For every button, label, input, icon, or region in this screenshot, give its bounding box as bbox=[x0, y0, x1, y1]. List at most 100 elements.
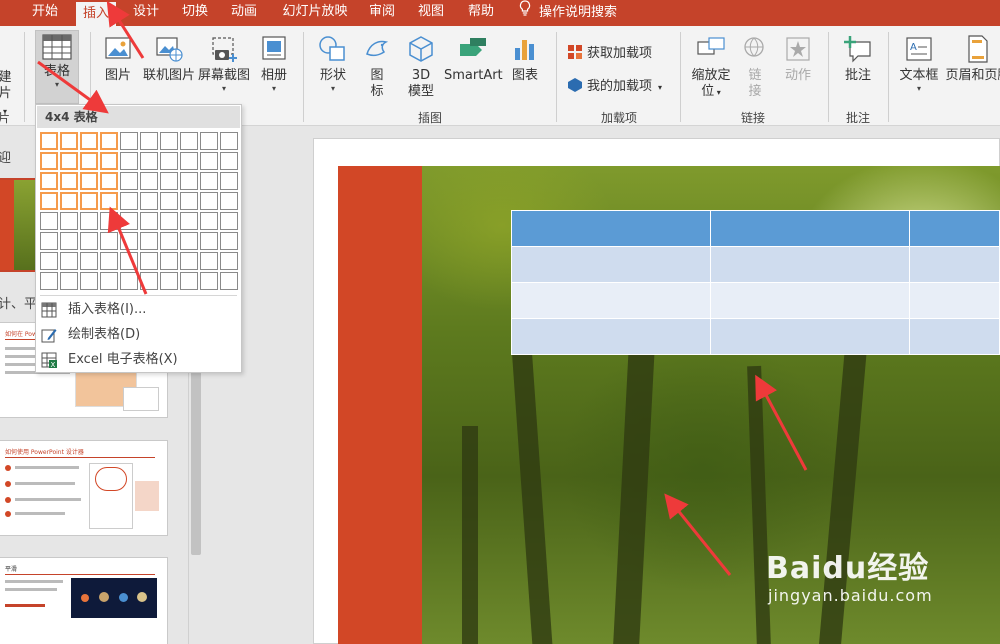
table-cell[interactable] bbox=[511, 282, 711, 319]
tab-home[interactable]: 开始 bbox=[20, 0, 70, 26]
table-grid-cell[interactable] bbox=[200, 192, 218, 210]
table-grid-cell[interactable] bbox=[60, 152, 78, 170]
table-grid-cell[interactable] bbox=[60, 172, 78, 190]
table-grid-cell[interactable] bbox=[180, 192, 198, 210]
table-grid-cell[interactable] bbox=[140, 152, 158, 170]
table-grid-cell[interactable] bbox=[80, 252, 98, 270]
table-grid-cell[interactable] bbox=[180, 132, 198, 150]
table-grid-cell[interactable] bbox=[220, 252, 238, 270]
table-cell[interactable] bbox=[511, 318, 711, 355]
table-grid-cell[interactable] bbox=[80, 132, 98, 150]
link-button[interactable]: 链 接 bbox=[738, 34, 772, 100]
table-grid-cell[interactable] bbox=[220, 192, 238, 210]
table-grid-cell[interactable] bbox=[220, 152, 238, 170]
table-grid-cell[interactable] bbox=[200, 132, 218, 150]
table-grid-cell[interactable] bbox=[200, 212, 218, 230]
table-grid-cell[interactable] bbox=[160, 132, 178, 150]
table-grid-cell[interactable] bbox=[180, 172, 198, 190]
table-grid-cell[interactable] bbox=[180, 232, 198, 250]
table-grid-cell[interactable] bbox=[100, 172, 118, 190]
table-header-cell[interactable] bbox=[511, 210, 711, 247]
table-grid-cell[interactable] bbox=[160, 232, 178, 250]
header-footer-button[interactable]: 页眉和页脚 bbox=[943, 34, 1000, 84]
table-cell[interactable] bbox=[909, 246, 1000, 283]
chart-button[interactable]: 图表 bbox=[508, 34, 542, 84]
tab-design[interactable]: 设计 bbox=[126, 0, 166, 26]
table-grid-cell[interactable] bbox=[140, 252, 158, 270]
table-grid-cell[interactable] bbox=[120, 192, 138, 210]
table-grid-cell[interactable] bbox=[120, 212, 138, 230]
table-grid-cell[interactable] bbox=[120, 232, 138, 250]
tab-help[interactable]: 帮助 bbox=[463, 0, 499, 26]
table-grid-cell[interactable] bbox=[100, 232, 118, 250]
table-grid-cell[interactable] bbox=[60, 252, 78, 270]
table-cell[interactable] bbox=[710, 282, 910, 319]
tab-insert[interactable]: 插入 bbox=[76, 0, 116, 26]
table-grid-cell[interactable] bbox=[180, 272, 198, 290]
table-grid-cell[interactable] bbox=[120, 172, 138, 190]
table-cell[interactable] bbox=[909, 318, 1000, 355]
table-grid-cell[interactable] bbox=[40, 132, 58, 150]
table-grid-cell[interactable] bbox=[100, 192, 118, 210]
table-grid-cell[interactable] bbox=[140, 132, 158, 150]
table-grid-cell[interactable] bbox=[100, 272, 118, 290]
tab-view[interactable]: 视图 bbox=[413, 0, 449, 26]
smartart-button[interactable]: SmartArt bbox=[444, 34, 503, 84]
table-grid-cell[interactable] bbox=[40, 152, 58, 170]
section-label-design[interactable]: 计、平 bbox=[0, 293, 37, 312]
table-grid-cell[interactable] bbox=[200, 172, 218, 190]
tab-review[interactable]: 审阅 bbox=[364, 0, 400, 26]
table-grid-cell[interactable] bbox=[160, 152, 178, 170]
table-grid-cell[interactable] bbox=[80, 152, 98, 170]
table-grid-cell[interactable] bbox=[120, 252, 138, 270]
slide-thumbnail-4[interactable]: 平滑 bbox=[0, 557, 168, 644]
table-grid-cell[interactable] bbox=[180, 252, 198, 270]
textbox-button[interactable]: A 文本框 ▾ bbox=[896, 34, 942, 94]
tell-me-search[interactable]: 操作说明搜索 bbox=[517, 0, 617, 26]
3d-model-button[interactable]: 3D 模型 bbox=[402, 34, 440, 100]
table-grid-cell[interactable] bbox=[100, 212, 118, 230]
table-cell[interactable] bbox=[511, 246, 711, 283]
table-grid-cell[interactable] bbox=[220, 232, 238, 250]
table-grid-cell[interactable] bbox=[140, 212, 158, 230]
table-grid-cell[interactable] bbox=[60, 192, 78, 210]
table-grid-cell[interactable] bbox=[120, 132, 138, 150]
table-grid-cell[interactable] bbox=[180, 212, 198, 230]
table-grid-cell[interactable] bbox=[120, 152, 138, 170]
icons-button[interactable]: 图 标 bbox=[360, 34, 394, 100]
online-picture-button[interactable]: 联机图片 bbox=[140, 34, 198, 84]
table-cell[interactable] bbox=[710, 318, 910, 355]
screenshot-button[interactable]: 屏幕截图 ▾ bbox=[197, 34, 251, 94]
table-grid-cell[interactable] bbox=[40, 272, 58, 290]
inserted-table[interactable] bbox=[511, 210, 1000, 355]
table-grid-cell[interactable] bbox=[80, 232, 98, 250]
table-grid-cell[interactable] bbox=[80, 212, 98, 230]
table-grid-cell[interactable] bbox=[100, 252, 118, 270]
table-grid-cell[interactable] bbox=[160, 172, 178, 190]
table-grid-cell[interactable] bbox=[220, 172, 238, 190]
album-button[interactable]: 相册 ▾ bbox=[255, 34, 293, 94]
table-grid-cell[interactable] bbox=[140, 192, 158, 210]
shapes-button[interactable]: 形状 ▾ bbox=[313, 34, 353, 94]
excel-spreadsheet-menu-item[interactable]: X Excel 电子表格(X) bbox=[40, 348, 239, 372]
table-grid-cell[interactable] bbox=[100, 132, 118, 150]
get-addins-button[interactable]: 获取加载项 bbox=[567, 44, 677, 62]
table-grid-cell[interactable] bbox=[60, 272, 78, 290]
table-grid-cell[interactable] bbox=[140, 232, 158, 250]
comment-button[interactable]: 批注 bbox=[838, 34, 878, 84]
table-grid-cell[interactable] bbox=[80, 272, 98, 290]
draw-table-menu-item[interactable]: 绘制表格(D) bbox=[40, 323, 239, 347]
table-grid-cell[interactable] bbox=[200, 252, 218, 270]
table-cell[interactable] bbox=[710, 246, 910, 283]
tab-animations[interactable]: 动画 bbox=[224, 0, 264, 26]
action-button[interactable]: 动作 bbox=[780, 34, 816, 84]
tab-transitions[interactable]: 切换 bbox=[175, 0, 215, 26]
table-grid-cell[interactable] bbox=[220, 212, 238, 230]
table-grid-cell[interactable] bbox=[220, 272, 238, 290]
table-grid-cell[interactable] bbox=[140, 272, 158, 290]
table-grid-cell[interactable] bbox=[160, 192, 178, 210]
table-grid-cell[interactable] bbox=[40, 232, 58, 250]
table-grid-cell[interactable] bbox=[220, 132, 238, 150]
table-grid-cell[interactable] bbox=[80, 192, 98, 210]
table-grid-cell[interactable] bbox=[40, 212, 58, 230]
